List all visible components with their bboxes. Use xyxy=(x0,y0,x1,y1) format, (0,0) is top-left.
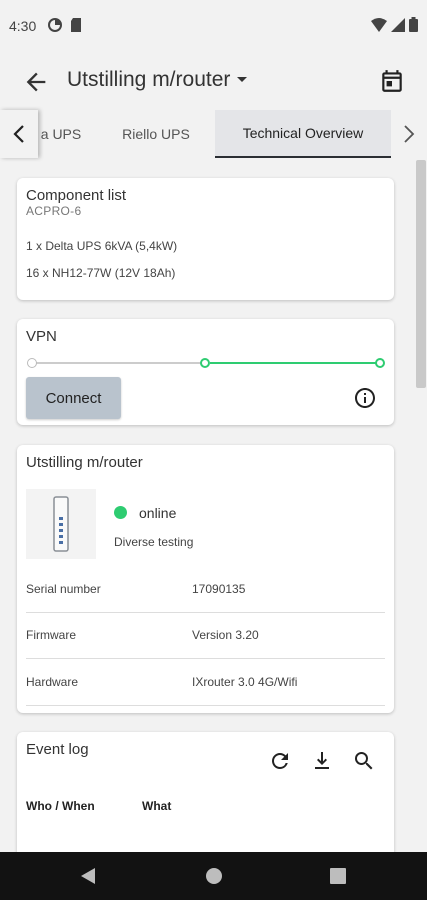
chevron-right-icon xyxy=(404,125,415,143)
info-value: IXrouter 3.0 4G/Wifi xyxy=(192,675,298,689)
vpn-progress-active xyxy=(210,362,376,364)
nav-home-button[interactable] xyxy=(204,866,224,886)
nav-home-icon xyxy=(206,868,222,884)
tab-label: Technical Overview xyxy=(242,125,364,141)
status-bar: 4:30 xyxy=(0,0,427,52)
cell-signal-icon xyxy=(391,17,405,32)
router-device-image xyxy=(26,489,96,559)
status-time: 4:30 xyxy=(9,18,37,34)
info-button[interactable] xyxy=(353,386,377,410)
router-card: Utstilling m/router online Diverse testi… xyxy=(17,445,394,713)
download-button[interactable] xyxy=(310,749,334,773)
wifi-icon xyxy=(371,17,387,32)
download-icon xyxy=(315,752,329,769)
search-icon xyxy=(355,752,373,770)
data-saver-icon xyxy=(48,18,62,32)
router-status: online xyxy=(139,505,177,521)
search-button[interactable] xyxy=(352,749,376,773)
router-description: Diverse testing xyxy=(114,535,194,549)
vpn-title: VPN xyxy=(26,328,57,345)
scrollbar[interactable] xyxy=(416,160,426,388)
event-log-card: Event log Who / When What xyxy=(17,732,394,852)
column-header-what: What xyxy=(142,799,172,813)
sd-card-icon xyxy=(70,18,82,32)
tab-scroll-right-button[interactable] xyxy=(391,110,427,158)
chevron-left-icon xyxy=(13,125,24,143)
tab-scroll-left-button[interactable] xyxy=(0,110,38,158)
vpn-step-dot xyxy=(200,358,210,368)
vpn-step-dot xyxy=(375,358,385,368)
app-bar: Utstilling m/router xyxy=(0,52,427,110)
calendar-icon xyxy=(382,70,402,92)
component-list-card: Component list ACPRO-6 1 x Delta UPS 6kV… xyxy=(17,178,394,300)
info-label: Hardware xyxy=(26,675,79,689)
status-indicator-dot xyxy=(114,506,127,519)
info-label: Firmware xyxy=(26,628,76,642)
info-label: Serial number xyxy=(26,582,101,596)
vpn-progress-track xyxy=(32,362,202,364)
component-item: 1 x Delta UPS 6kVA (5,4kW) xyxy=(26,239,178,253)
status-system-icons xyxy=(371,17,418,32)
column-header-who-when: Who / When xyxy=(26,799,95,813)
content-area: Component list ACPRO-6 1 x Delta UPS 6kV… xyxy=(0,160,427,852)
tab-riello-ups[interactable]: Riello UPS xyxy=(97,110,215,158)
dropdown-arrow-icon xyxy=(237,77,248,82)
info-value: 17090135 xyxy=(192,582,246,596)
tab-label: Riello UPS xyxy=(122,126,190,142)
info-row-serial: Serial number 17090135 xyxy=(26,567,385,613)
component-item: 16 x NH12-77W (12V 18Ah) xyxy=(26,266,176,280)
info-row-firmware: Firmware Version 3.20 xyxy=(26,613,385,659)
nav-back-icon xyxy=(81,868,95,884)
connect-button[interactable]: Connect xyxy=(26,377,121,419)
tab-technical-overview[interactable]: Technical Overview xyxy=(215,110,391,158)
refresh-button[interactable] xyxy=(268,749,292,773)
vpn-card: VPN Connect xyxy=(17,319,394,425)
battery-icon xyxy=(409,17,418,32)
title-dropdown[interactable]: Utstilling m/router xyxy=(67,68,248,92)
info-value: Version 3.20 xyxy=(192,628,259,642)
refresh-icon xyxy=(272,753,288,769)
router-title: Utstilling m/router xyxy=(26,454,143,471)
component-list-model: ACPRO-6 xyxy=(26,204,82,218)
system-nav-bar xyxy=(0,852,427,900)
tab-label: a UPS xyxy=(40,126,82,142)
info-icon xyxy=(355,388,375,408)
tab-bar: a UPS Riello UPS Technical Overview xyxy=(0,110,427,158)
vpn-step-dot xyxy=(27,358,37,368)
nav-back-button[interactable] xyxy=(78,866,98,886)
component-list-title: Component list xyxy=(26,187,127,204)
tab-delta-ups[interactable]: a UPS xyxy=(36,110,86,158)
connect-button-label: Connect xyxy=(45,389,102,407)
status-notification-icons xyxy=(48,18,82,32)
back-button[interactable] xyxy=(22,68,50,96)
nav-recents-button[interactable] xyxy=(328,866,348,886)
nav-recents-icon xyxy=(330,868,346,884)
calendar-button[interactable] xyxy=(379,68,405,94)
arrow-back-icon xyxy=(26,72,46,92)
page-title: Utstilling m/router xyxy=(67,68,231,91)
event-log-title: Event log xyxy=(26,741,89,758)
info-row-hardware: Hardware IXrouter 3.0 4G/Wifi xyxy=(26,660,385,706)
